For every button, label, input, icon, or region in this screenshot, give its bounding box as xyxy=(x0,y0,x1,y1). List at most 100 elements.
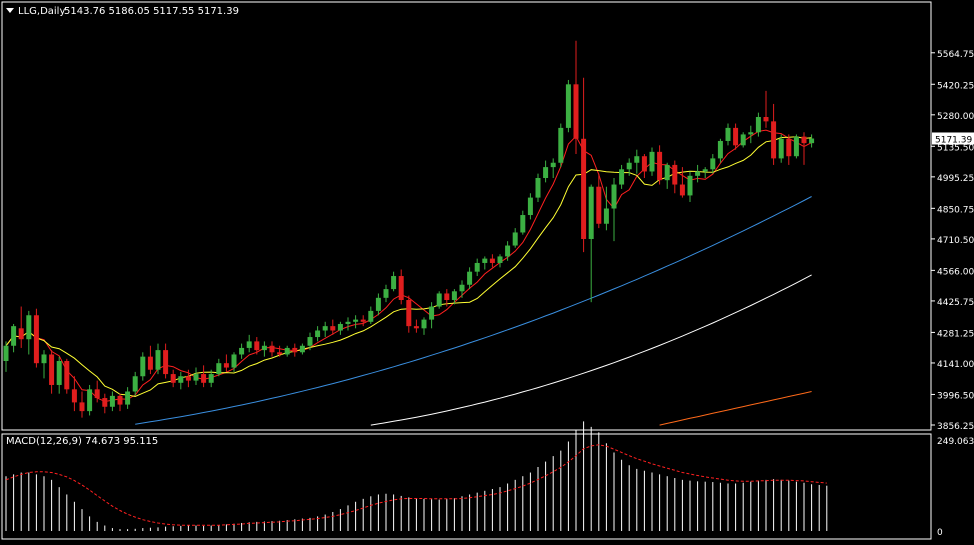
candle-body[interactable] xyxy=(801,136,807,144)
candle-body[interactable] xyxy=(474,262,480,272)
candle-body[interactable] xyxy=(436,293,442,307)
candle-body[interactable] xyxy=(527,197,533,216)
candle-body[interactable] xyxy=(254,341,260,351)
candle-body[interactable] xyxy=(56,361,62,385)
candle-body[interactable] xyxy=(512,232,518,246)
candle-body[interactable] xyxy=(337,323,343,331)
candle-body[interactable] xyxy=(482,258,488,263)
candle-body[interactable] xyxy=(345,321,351,324)
candle-body[interactable] xyxy=(520,215,526,233)
candle-body[interactable] xyxy=(588,186,594,240)
candle-body[interactable] xyxy=(679,184,685,196)
candle-body[interactable] xyxy=(33,315,39,364)
candle-body[interactable] xyxy=(793,136,799,157)
candle-body[interactable] xyxy=(163,350,169,375)
candle-body[interactable] xyxy=(497,256,503,263)
candle-body[interactable] xyxy=(185,376,191,381)
candle-body[interactable] xyxy=(79,402,85,412)
candle-body[interactable] xyxy=(71,389,77,403)
candle-body[interactable] xyxy=(702,169,708,172)
candle-body[interactable] xyxy=(315,330,321,338)
candle-body[interactable] xyxy=(49,354,55,385)
candle-body[interactable] xyxy=(755,117,761,133)
candle-body[interactable] xyxy=(239,347,245,355)
candle-body[interactable] xyxy=(246,341,252,348)
candle-body[interactable] xyxy=(664,164,670,181)
candle-body[interactable] xyxy=(778,138,784,159)
candle-body[interactable] xyxy=(687,175,693,196)
candle-body[interactable] xyxy=(223,363,229,368)
candle-body[interactable] xyxy=(649,151,655,172)
candle-body[interactable] xyxy=(140,356,146,377)
candle-body[interactable] xyxy=(634,156,640,163)
candle-body[interactable] xyxy=(231,354,237,368)
candle-body[interactable] xyxy=(398,276,404,301)
candle-body[interactable] xyxy=(725,127,731,141)
candle-body[interactable] xyxy=(672,164,678,185)
candle-body[interactable] xyxy=(748,132,754,135)
candle-body[interactable] xyxy=(619,169,625,185)
candle-body[interactable] xyxy=(109,395,115,407)
candle-body[interactable] xyxy=(489,258,495,263)
candle-body[interactable] xyxy=(444,293,450,301)
candle-body[interactable] xyxy=(611,184,617,209)
candle-body[interactable] xyxy=(277,352,283,355)
candle-body[interactable] xyxy=(307,337,313,346)
candle-body[interactable] xyxy=(505,245,511,257)
candle-body[interactable] xyxy=(87,389,93,412)
candle-body[interactable] xyxy=(132,376,138,392)
candle-body[interactable] xyxy=(543,167,549,179)
candle-body[interactable] xyxy=(406,300,412,327)
candle-body[interactable] xyxy=(94,389,100,399)
candle-body[interactable] xyxy=(717,140,723,159)
candle-body[interactable] xyxy=(322,326,328,331)
candle-body[interactable] xyxy=(565,84,571,128)
trading-chart[interactable]: 5564.75 5420.25 5280.00 5135.50 4995.25 4850.… xyxy=(0,0,974,541)
candle-body[interactable] xyxy=(102,398,108,407)
candle-body[interactable] xyxy=(550,162,556,168)
candle-body[interactable] xyxy=(429,306,435,320)
candle-body[interactable] xyxy=(603,208,609,224)
candle-body[interactable] xyxy=(763,117,769,122)
candle-body[interactable] xyxy=(147,356,153,370)
candle-body[interactable] xyxy=(375,297,381,311)
candle-body[interactable] xyxy=(11,326,17,346)
candle-body[interactable] xyxy=(208,374,214,383)
candle-body[interactable] xyxy=(26,315,32,340)
candle-body[interactable] xyxy=(353,319,359,322)
candle-body[interactable] xyxy=(733,127,739,146)
candle-body[interactable] xyxy=(459,284,465,292)
candle-body[interactable] xyxy=(809,138,815,144)
candle-body[interactable] xyxy=(695,171,701,176)
candle-body[interactable] xyxy=(178,376,184,383)
candle-body[interactable] xyxy=(413,326,419,329)
candle-body[interactable] xyxy=(18,328,24,340)
candle-body[interactable] xyxy=(467,271,473,285)
candle-body[interactable] xyxy=(41,354,47,364)
candle-body[interactable] xyxy=(284,347,290,355)
candle-body[interactable] xyxy=(64,361,70,390)
candle-body[interactable] xyxy=(3,345,9,362)
candle-body[interactable] xyxy=(269,345,275,353)
candle-body[interactable] xyxy=(201,374,207,383)
candle-body[interactable] xyxy=(573,84,579,139)
candle-body[interactable] xyxy=(216,363,222,375)
candle-body[interactable] xyxy=(368,310,374,322)
candle-body[interactable] xyxy=(626,162,632,170)
candle-body[interactable] xyxy=(261,345,267,351)
candle-body[interactable] xyxy=(740,134,746,146)
candle-body[interactable] xyxy=(360,319,366,322)
candle-body[interactable] xyxy=(117,395,123,405)
candle-body[interactable] xyxy=(596,186,602,224)
candle-body[interactable] xyxy=(710,158,716,170)
chart-canvas[interactable]: 5564.755420.255280.005135.504995.254850.… xyxy=(0,0,974,541)
candle-body[interactable] xyxy=(771,121,777,159)
candle-body[interactable] xyxy=(170,374,176,383)
candle-body[interactable] xyxy=(155,350,161,370)
candle-body[interactable] xyxy=(383,289,389,298)
candle-body[interactable] xyxy=(581,138,587,240)
candle-body[interactable] xyxy=(657,151,663,181)
candle-body[interactable] xyxy=(125,391,131,405)
candle-body[interactable] xyxy=(558,127,564,163)
candle-body[interactable] xyxy=(786,138,792,157)
